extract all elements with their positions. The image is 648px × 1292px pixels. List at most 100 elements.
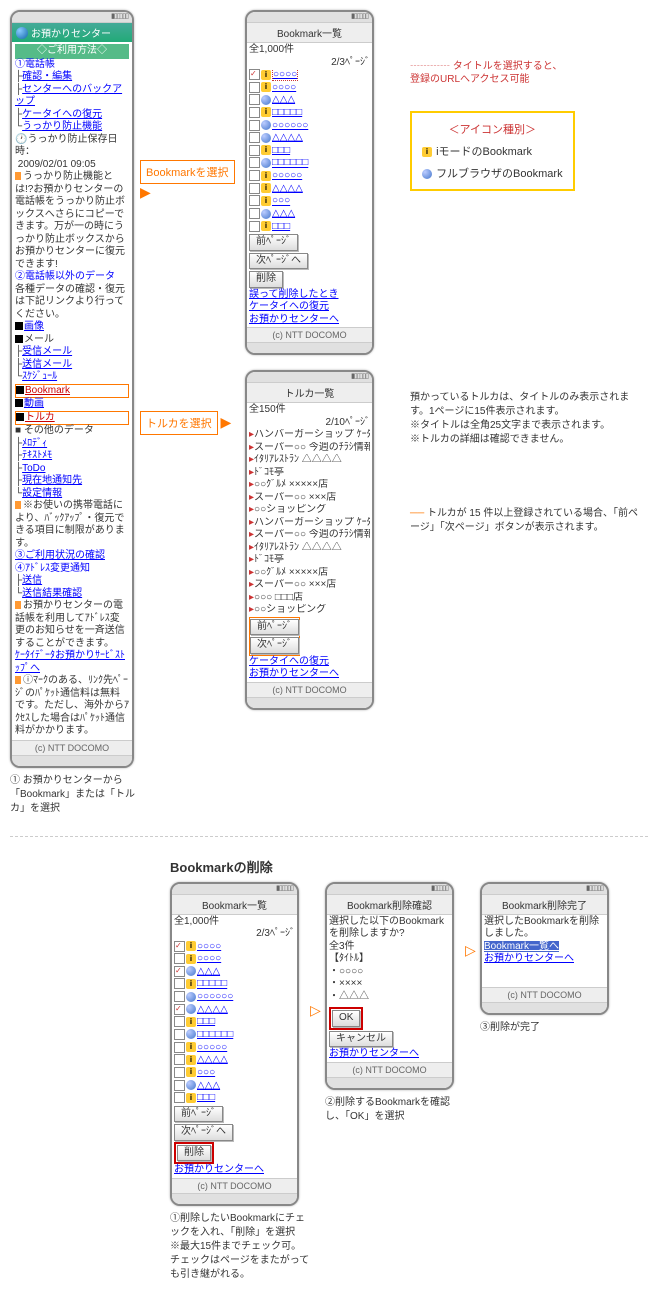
bookmark-item[interactable]: □□□□□□ [197,1029,233,1040]
bookmark-item[interactable]: ○○○ [272,196,290,207]
checkbox[interactable] [174,1042,185,1053]
checkbox[interactable] [174,1067,185,1078]
link-restore-ktai-t[interactable]: ケータイへの復元 [249,656,329,667]
bookmark-item[interactable]: △△△ [197,1080,220,1091]
checkbox[interactable] [249,94,260,105]
link-send[interactable]: 送信 [22,575,42,586]
checkbox[interactable] [249,157,260,168]
bookmark-item[interactable]: ○○○○○○ [272,120,308,131]
bookmark-item[interactable]: ○○○○ [272,69,298,81]
checkbox[interactable] [174,941,185,952]
link-center-t[interactable]: お預かりセンターへ [249,668,339,679]
link-restore[interactable]: ケータイへの復元 [22,109,102,120]
checkbox[interactable] [249,170,260,181]
toruca-item: ○○ｸﾞﾙﾒ ×××××店 [254,479,328,490]
checkbox[interactable] [174,966,185,977]
checkbox[interactable] [249,221,260,232]
link-service-top[interactable]: ｹｰﾀｲﾃﾞｰﾀお預かりｻｰﾋﾞｽﾄｯﾌﾟへ [15,650,125,674]
phone-bm-delete-confirm: Bookmark削除確認 選択した以下のBookmarkを削除しますか? 全3件… [325,882,454,1090]
checkbox[interactable] [174,1080,185,1091]
btn-next[interactable]: 次ﾍﾟｰｼﾞへ [249,253,308,270]
bookmark-item[interactable]: △△△ [197,966,220,977]
item-send[interactable]: 送信メール [22,359,72,370]
checkbox[interactable] [249,208,260,219]
item-melody[interactable]: ﾒﾛﾃﾞｨ [22,438,47,449]
bookmark-item[interactable]: △△△△ [272,183,303,194]
chevron-right-icon: ▷ [465,882,480,959]
item-textmemo[interactable]: ﾃｷｽﾄﾒﾓ [22,450,52,461]
bookmark-item[interactable]: ○○○○ [272,82,296,93]
btn-prev-t[interactable]: 前ﾍﾟｰｼﾞ [250,619,299,636]
bookmark-item[interactable]: ○○○ [197,1067,215,1078]
btn-ok[interactable]: OK [332,1010,360,1027]
bookmark-item[interactable]: ○○○○ [197,953,221,964]
bookmark-item[interactable]: ○○○○○ [272,170,302,181]
phone-bm-delete-list: Bookmark一覧 全1,000件 2/3ﾍﾟｰｼﾞ i○○○○i○○○○△△… [170,882,299,1206]
bookmark-item[interactable]: □□□ [272,145,290,156]
bookmark-item[interactable]: △△△ [272,94,295,105]
checkbox[interactable] [249,183,260,194]
checkbox[interactable] [249,132,260,143]
bookmark-item[interactable]: □□□ [197,1092,215,1103]
item-toruca[interactable]: トルカ [25,412,55,423]
sec4-title: ④ｱﾄﾞﾚｽ変更通知 [15,563,129,576]
btn-prev4[interactable]: 前ﾍﾟｰｼﾞ [174,1106,223,1123]
bookmark-item[interactable]: ○○○○○○ [197,991,233,1002]
link-center4[interactable]: お預かりセンターへ [174,1164,264,1175]
bookmark-item[interactable]: △△△△ [197,1004,228,1015]
link-backup[interactable]: センターへのバックアップ [15,84,122,108]
item-image[interactable]: 画像 [24,321,44,332]
checkbox[interactable] [174,1016,185,1027]
checkbox[interactable] [249,82,260,93]
item-sched[interactable]: ｽｹｼﾞｭｰﾙ [22,371,57,382]
item-settings[interactable]: 設定情報 [22,488,62,499]
btn-delete[interactable]: 削除 [249,271,283,288]
checkbox[interactable] [249,107,260,118]
link-center[interactable]: お預かりセンターへ [249,314,339,325]
checkbox[interactable] [249,195,260,206]
checkbox[interactable] [174,978,185,989]
phone2-footer: (c) NTT DOCOMO [247,327,372,342]
link-bm-list[interactable]: Bookmark一覧へ [484,941,559,952]
checkbox[interactable] [174,1029,185,1040]
link-mis-delete[interactable]: 誤って削除したとき [249,289,339,300]
link-confirm-edit[interactable]: 確認・編集 [22,71,72,82]
btn-cancel[interactable]: キャンセル [329,1031,393,1048]
item-movie[interactable]: 動画 [24,398,44,409]
checkbox[interactable] [249,120,260,131]
bookmark-item[interactable]: □□□□□ [197,979,227,990]
link-restore-ktai[interactable]: ケータイへの復元 [249,301,329,312]
bookmark-item[interactable]: □□□□□□ [272,158,308,169]
checkbox[interactable] [174,1092,185,1103]
item-todo[interactable]: ToDo [22,463,45,474]
link-sendres[interactable]: 送信結果確認 [22,588,82,599]
bookmark-item[interactable]: □□□ [272,221,290,232]
btn-next-t[interactable]: 次ﾍﾟｰｼﾞ [250,637,299,654]
checkbox[interactable] [174,953,185,964]
bookmark-item[interactable]: □□□□□ [272,107,302,118]
bookmark-item[interactable]: △△△△ [272,132,303,143]
item-recv[interactable]: 受信メール [22,346,72,357]
bookmark-item[interactable]: □□□ [197,1016,215,1027]
checkbox[interactable] [174,991,185,1002]
link-center6[interactable]: お預かりセンターへ [484,953,574,964]
link-ukkari[interactable]: うっかり防止機能 [22,121,102,132]
checkbox[interactable] [174,1004,185,1015]
checkbox[interactable] [249,145,260,156]
btn-next4[interactable]: 次ﾍﾟｰｼﾞへ [174,1124,233,1141]
bookmark-item[interactable]: ○○○○○ [197,1042,227,1053]
btn-delete4[interactable]: 削除 [177,1145,211,1162]
bookmark-item[interactable]: ○○○○ [197,941,221,952]
fullbrowser-icon [186,966,196,976]
bookmark-item[interactable]: △△△△ [197,1054,228,1065]
checkbox[interactable] [249,69,260,80]
sec3-title[interactable]: ③ご利用状況の確認 [15,550,129,563]
phone4-footer: (c) NTT DOCOMO [172,1178,297,1193]
imode-icon: i [186,954,196,964]
checkbox[interactable] [174,1054,185,1065]
bookmark-item[interactable]: △△△ [272,208,295,219]
item-loc[interactable]: 現在地通知先 [22,475,82,486]
link-center5[interactable]: お預かりセンターへ [329,1048,419,1059]
item-bookmark[interactable]: Bookmark [25,385,70,396]
btn-prev[interactable]: 前ﾍﾟｰｼﾞ [249,234,298,251]
